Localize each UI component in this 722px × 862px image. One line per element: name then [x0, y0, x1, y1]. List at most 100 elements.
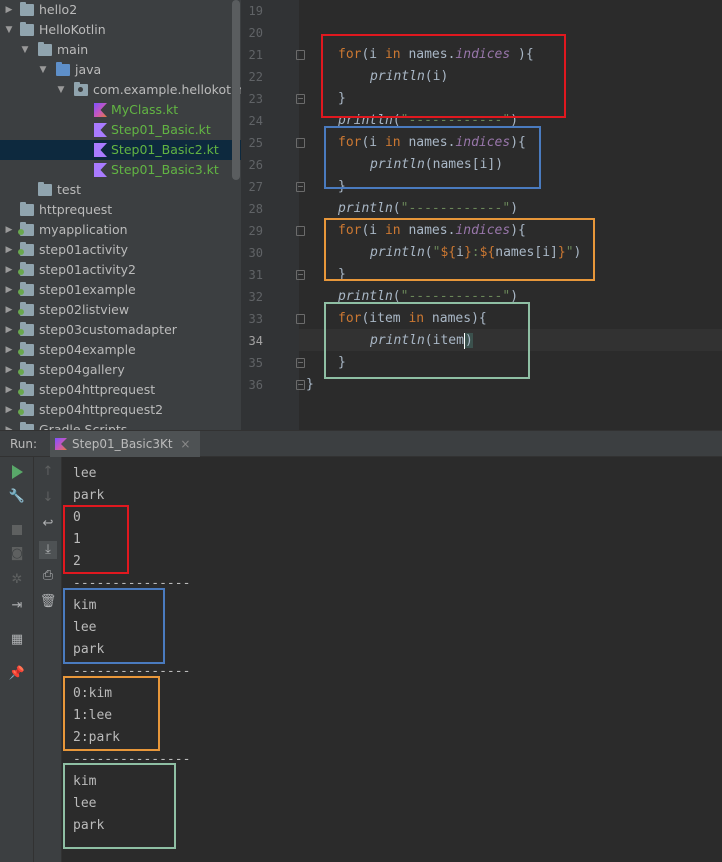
tree-item-gradle-scripts[interactable]: ▶ Gradle Scripts	[0, 420, 241, 430]
chevron-right-icon[interactable]: ▶	[4, 320, 14, 340]
close-tab-icon[interactable]: ×	[180, 437, 190, 451]
tree-item-step04example[interactable]: ▶ step04example	[0, 340, 241, 360]
tree-item-test[interactable]: test	[0, 180, 241, 200]
layout-icon[interactable]: ▦	[8, 631, 26, 649]
tree-item-step02listview[interactable]: ▶ step02listview	[0, 300, 241, 320]
tree-item-label: step04httprequest2	[39, 402, 164, 417]
fold-icon[interactable]	[296, 226, 305, 236]
kotlin-file-icon	[94, 143, 107, 157]
fold-icon[interactable]	[296, 50, 305, 60]
chevron-right-icon[interactable]: ▶	[4, 300, 14, 320]
line-number: 21	[248, 48, 263, 62]
tree-item-java[interactable]: ▼ java	[0, 60, 241, 80]
trash-icon[interactable]: 🗑	[39, 593, 57, 611]
chevron-right-icon[interactable]: ▶	[4, 400, 14, 420]
fold-end-icon[interactable]	[296, 270, 305, 280]
chevron-right-icon[interactable]: ▶	[4, 0, 14, 20]
fold-end-icon[interactable]	[296, 358, 305, 368]
arrow-up-icon[interactable]: ↑	[39, 463, 57, 481]
chevron-right-icon[interactable]: ▶	[4, 220, 14, 240]
fold-end-icon[interactable]	[296, 94, 305, 104]
run-tab[interactable]: Step01_Basic3Kt ×	[50, 431, 201, 458]
camera-icon[interactable]: ◙	[8, 545, 26, 563]
tree-item-step01example[interactable]: ▶ step01example	[0, 280, 241, 300]
tree-item-label: main	[57, 42, 89, 57]
line-number: 35	[248, 356, 263, 370]
module-folder-icon	[18, 222, 34, 236]
line-number: 23	[248, 92, 263, 106]
tree-scrollbar[interactable]	[232, 0, 240, 180]
tree-item-myapplication[interactable]: ▶ myapplication	[0, 220, 241, 240]
settings-icon[interactable]: ✲	[8, 571, 26, 589]
tree-item-step04httprequest2[interactable]: ▶ step04httprequest2	[0, 400, 241, 420]
line-number: 33	[248, 312, 263, 326]
run-toolbar-primary: 🔧 ◙ ✲ ⇥ ▦ 📌	[0, 457, 34, 862]
exit-icon[interactable]: ⇥	[8, 597, 26, 615]
tree-item-step01-basic3[interactable]: Step01_Basic3.kt	[0, 160, 241, 180]
tree-item-label: Step01_Basic2.kt	[111, 142, 219, 157]
tree-item-label: test	[57, 182, 82, 197]
chevron-down-icon[interactable]: ▼	[38, 60, 48, 80]
output-box-blue	[63, 588, 165, 664]
chevron-right-icon[interactable]: ▶	[4, 420, 14, 430]
line-number: 28	[248, 202, 263, 216]
chevron-down-icon[interactable]: ▼	[56, 80, 66, 100]
tree-item-step01activity[interactable]: ▶ step01activity	[0, 240, 241, 260]
code-line-36: }	[306, 374, 314, 396]
tree-item-step01-basic2[interactable]: Step01_Basic2.kt	[0, 140, 241, 160]
code-token: }	[306, 377, 314, 392]
arrow-down-icon[interactable]: ↓	[39, 489, 57, 507]
tree-item-package[interactable]: ▼ com.example.hellokotlin	[0, 80, 241, 100]
tree-item-label: step04httprequest	[39, 382, 156, 397]
chevron-right-icon[interactable]: ▶	[4, 260, 14, 280]
stop-icon[interactable]	[12, 525, 22, 535]
tree-item-step04httprequest[interactable]: ▶ step04httprequest	[0, 380, 241, 400]
tree-item-hello2[interactable]: ▶ hello2	[0, 0, 241, 20]
chevron-down-icon[interactable]: ▼	[20, 40, 30, 60]
module-folder-icon	[18, 342, 34, 356]
print-icon[interactable]: ⎙	[39, 567, 57, 585]
fold-end-icon[interactable]	[296, 380, 305, 390]
line-number: 26	[248, 158, 263, 172]
line-number: 22	[248, 70, 263, 84]
fold-icon[interactable]	[296, 314, 305, 324]
pin-icon[interactable]: 📌	[8, 665, 26, 683]
package-icon	[74, 82, 88, 96]
module-folder-icon	[20, 22, 34, 36]
chevron-down-icon[interactable]: ▼	[4, 20, 14, 40]
tree-item-step01-basic[interactable]: Step01_Basic.kt	[0, 120, 241, 140]
console-line: park	[73, 488, 105, 503]
tree-item-hellokotlin[interactable]: ▼ HelloKotlin	[0, 20, 241, 40]
fold-icon[interactable]	[296, 138, 305, 148]
tree-item-step03customadapter[interactable]: ▶ step03customadapter	[0, 320, 241, 340]
module-folder-icon	[18, 362, 34, 376]
tree-item-step04gallery[interactable]: ▶ step04gallery	[0, 360, 241, 380]
chevron-right-icon[interactable]: ▶	[4, 240, 14, 260]
kotlin-file-icon	[94, 163, 107, 177]
module-folder-icon	[18, 382, 34, 396]
code-token: )	[510, 201, 519, 216]
scroll-to-end-icon[interactable]: ⤓	[39, 541, 57, 559]
module-folder-icon	[18, 302, 34, 316]
rerun-icon[interactable]	[12, 465, 23, 479]
tree-item-httprequest[interactable]: httprequest	[0, 200, 241, 220]
tree-item-step01activity2[interactable]: ▶ step01activity2	[0, 260, 241, 280]
tree-item-main[interactable]: ▼ main	[0, 40, 241, 60]
run-toolbar-secondary: ↑ ↓ ↩ ⤓ ⎙ 🗑	[34, 457, 62, 862]
tree-item-label: step02listview	[39, 302, 130, 317]
code-token: (	[392, 201, 401, 216]
chevron-right-icon[interactable]: ▶	[4, 380, 14, 400]
tree-item-label: step04gallery	[39, 362, 125, 377]
tree-item-label: HelloKotlin	[39, 22, 106, 37]
line-number: 32	[248, 290, 263, 304]
chevron-right-icon[interactable]: ▶	[4, 280, 14, 300]
fold-end-icon[interactable]	[296, 182, 305, 192]
code-token: "------------"	[400, 201, 511, 216]
chevron-right-icon[interactable]: ▶	[4, 340, 14, 360]
wrench-icon[interactable]: 🔧	[8, 488, 26, 506]
tree-item-myclass[interactable]: MyClass.kt	[0, 100, 241, 120]
tree-item-label: httprequest	[39, 202, 113, 217]
chevron-right-icon[interactable]: ▶	[4, 360, 14, 380]
output-box-orange	[63, 676, 160, 751]
soft-wrap-icon[interactable]: ↩	[39, 515, 57, 533]
